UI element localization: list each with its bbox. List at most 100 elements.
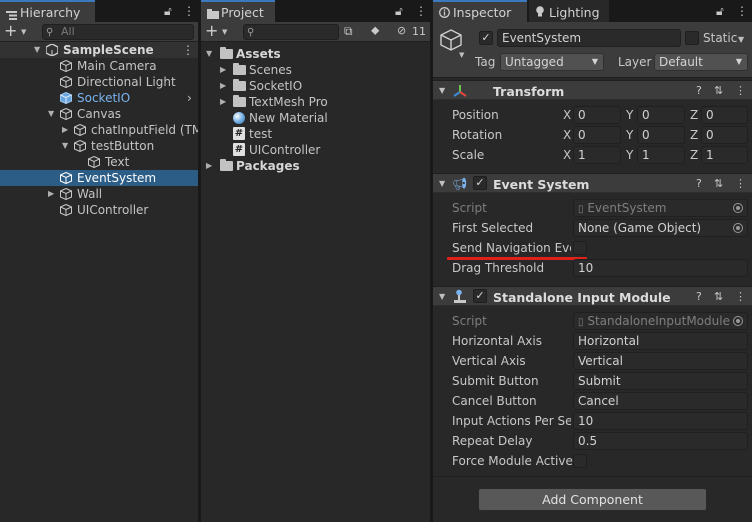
- tree-row[interactable]: Text: [0, 154, 198, 170]
- hierarchy-search-input[interactable]: ⚲ All: [42, 24, 194, 40]
- component-enabled-checkbox[interactable]: ✓: [473, 176, 487, 190]
- scale-x-field[interactable]: 1: [573, 146, 621, 164]
- submit-button-field[interactable]: Submit: [573, 372, 748, 390]
- create-plus-icon[interactable]: +: [205, 23, 218, 39]
- project-row[interactable]: New Material: [201, 110, 430, 126]
- add-component-button[interactable]: Add Component: [478, 488, 707, 511]
- collapsed-arrow-icon[interactable]: ▶: [220, 62, 226, 78]
- component-menu-icon[interactable]: ⋮: [735, 84, 746, 97]
- project-row[interactable]: ▶ Packages: [201, 158, 430, 174]
- fold-arrow-icon[interactable]: ▼: [439, 86, 445, 95]
- lock-icon[interactable]: 🔓︎: [716, 4, 724, 19]
- kebab-menu-icon[interactable]: ⋮: [415, 4, 427, 18]
- tree-row[interactable]: Directional Light: [0, 74, 198, 90]
- tab-lighting[interactable]: Lighting: [529, 0, 609, 22]
- collapsed-arrow-icon[interactable]: ▶: [206, 158, 212, 174]
- help-icon[interactable]: ?: [696, 84, 702, 97]
- scale-z-field[interactable]: 1: [701, 146, 748, 164]
- force-module-active-checkbox[interactable]: [573, 454, 587, 468]
- tree-row[interactable]: ▶ Wall: [0, 186, 198, 202]
- static-dropdown-chevron-icon[interactable]: ▼: [738, 35, 744, 44]
- layer-dropdown[interactable]: Default ▼: [654, 53, 748, 71]
- presets-sliders-icon[interactable]: ⇅: [714, 177, 723, 190]
- collapsed-arrow-icon[interactable]: ▶: [220, 94, 226, 110]
- repeat-delay-field[interactable]: 0.5: [573, 432, 748, 450]
- event-system-component-header[interactable]: ▼ 📢︎ ✓ Event System ? ⇅ ⋮: [433, 173, 752, 193]
- help-icon[interactable]: ?: [696, 177, 702, 190]
- project-row[interactable]: ▶ Scenes: [201, 62, 430, 78]
- tab-inspector[interactable]: Inspector: [433, 0, 527, 22]
- position-y-field[interactable]: 0: [637, 106, 685, 124]
- object-picker-icon[interactable]: [733, 316, 743, 326]
- component-enabled-checkbox[interactable]: ✓: [473, 289, 487, 303]
- filter-by-type-icon[interactable]: ⧉: [344, 24, 353, 39]
- filter-by-label-icon[interactable]: ⬥: [371, 23, 379, 38]
- scale-y-field[interactable]: 1: [637, 146, 685, 164]
- standalone-input-module-header[interactable]: ▼ ✓ Standalone Input Module ? ⇅ ⋮: [433, 286, 752, 306]
- transform-component-header[interactable]: ▼ Transform ? ⇅ ⋮: [433, 80, 752, 100]
- tree-row[interactable]: Main Camera: [0, 58, 198, 74]
- expand-arrow-icon[interactable]: ▼: [48, 106, 54, 122]
- tab-project[interactable]: Project: [201, 0, 275, 22]
- tree-row[interactable]: ▼ Canvas: [0, 106, 198, 122]
- project-row[interactable]: ▶ TextMesh Pro: [201, 94, 430, 110]
- kebab-menu-icon[interactable]: ⋮: [736, 4, 748, 18]
- tag-dropdown[interactable]: Untagged ▼: [500, 53, 604, 71]
- scene-menu-icon[interactable]: ⋮: [182, 42, 194, 58]
- collapsed-arrow-icon[interactable]: ▶: [62, 122, 68, 138]
- icon-dropdown-chevron-icon[interactable]: ▼: [459, 51, 464, 59]
- component-menu-icon[interactable]: ⋮: [735, 290, 746, 303]
- send-navigation-events-checkbox[interactable]: [573, 241, 587, 255]
- presets-sliders-icon[interactable]: ⇅: [714, 290, 723, 303]
- help-icon[interactable]: ?: [696, 290, 702, 303]
- expand-arrow-icon[interactable]: ▼: [62, 138, 68, 154]
- first-selected-field[interactable]: None (Game Object): [573, 219, 748, 237]
- tab-hierarchy[interactable]: Hierarchy: [0, 0, 95, 22]
- tree-row-scene[interactable]: ▼ SampleScene ⋮: [0, 42, 198, 58]
- cancel-button-field[interactable]: Cancel: [573, 392, 748, 410]
- tree-row[interactable]: UIController: [0, 202, 198, 218]
- expand-arrow-icon[interactable]: ▼: [206, 46, 212, 62]
- tree-row-prefab[interactable]: SocketIO ›: [0, 90, 198, 106]
- project-search-input[interactable]: ⚲: [243, 24, 339, 40]
- project-row[interactable]: ▼ Assets: [201, 46, 430, 62]
- object-picker-icon[interactable]: [733, 203, 743, 213]
- project-row[interactable]: ▶ SocketIO: [201, 78, 430, 94]
- chevron-down-icon[interactable]: ▼: [21, 28, 26, 36]
- lock-icon[interactable]: 🔓︎: [164, 4, 172, 19]
- project-row[interactable]: # test: [201, 126, 430, 142]
- create-plus-icon[interactable]: +: [4, 23, 17, 39]
- tree-row-selected[interactable]: EventSystem: [0, 170, 198, 186]
- standalone-script-field[interactable]: ▯ StandaloneInputModule: [573, 312, 748, 330]
- fold-arrow-icon[interactable]: ▼: [439, 179, 445, 188]
- object-name-field[interactable]: EventSystem: [497, 29, 681, 47]
- rotation-z-field[interactable]: 0: [701, 126, 748, 144]
- event-system-script-field[interactable]: ▯ EventSystem: [573, 199, 748, 217]
- position-x-field[interactable]: 0: [573, 106, 621, 124]
- tree-row[interactable]: ▼ testButton: [0, 138, 198, 154]
- component-menu-icon[interactable]: ⋮: [735, 177, 746, 190]
- active-checkbox[interactable]: ✓: [479, 31, 493, 45]
- presets-sliders-icon[interactable]: ⇅: [714, 84, 723, 97]
- project-row-label: test: [249, 127, 273, 141]
- collapsed-arrow-icon[interactable]: ▶: [220, 78, 226, 94]
- chevron-right-icon[interactable]: ›: [187, 90, 192, 106]
- lock-icon[interactable]: 🔓︎: [395, 4, 403, 19]
- input-actions-per-second-field[interactable]: 10: [573, 412, 748, 430]
- chevron-down-icon[interactable]: ▼: [222, 28, 227, 36]
- drag-threshold-field[interactable]: 10: [573, 259, 748, 277]
- hidden-packages-icon[interactable]: ⊘: [397, 24, 406, 37]
- project-row[interactable]: # UIController: [201, 142, 430, 158]
- expand-arrow-icon[interactable]: ▼: [34, 42, 40, 58]
- object-picker-icon[interactable]: [733, 223, 743, 233]
- rotation-y-field[interactable]: 0: [637, 126, 685, 144]
- kebab-menu-icon[interactable]: ⋮: [183, 4, 195, 18]
- horizontal-axis-field[interactable]: Horizontal: [573, 332, 748, 350]
- static-checkbox[interactable]: [685, 31, 699, 45]
- collapsed-arrow-icon[interactable]: ▶: [48, 186, 54, 202]
- fold-arrow-icon[interactable]: ▼: [439, 292, 445, 301]
- vertical-axis-field[interactable]: Vertical: [573, 352, 748, 370]
- tree-row[interactable]: ▶ chatInputField (TM: [0, 122, 198, 138]
- position-z-field[interactable]: 0: [701, 106, 748, 124]
- rotation-x-field[interactable]: 0: [573, 126, 621, 144]
